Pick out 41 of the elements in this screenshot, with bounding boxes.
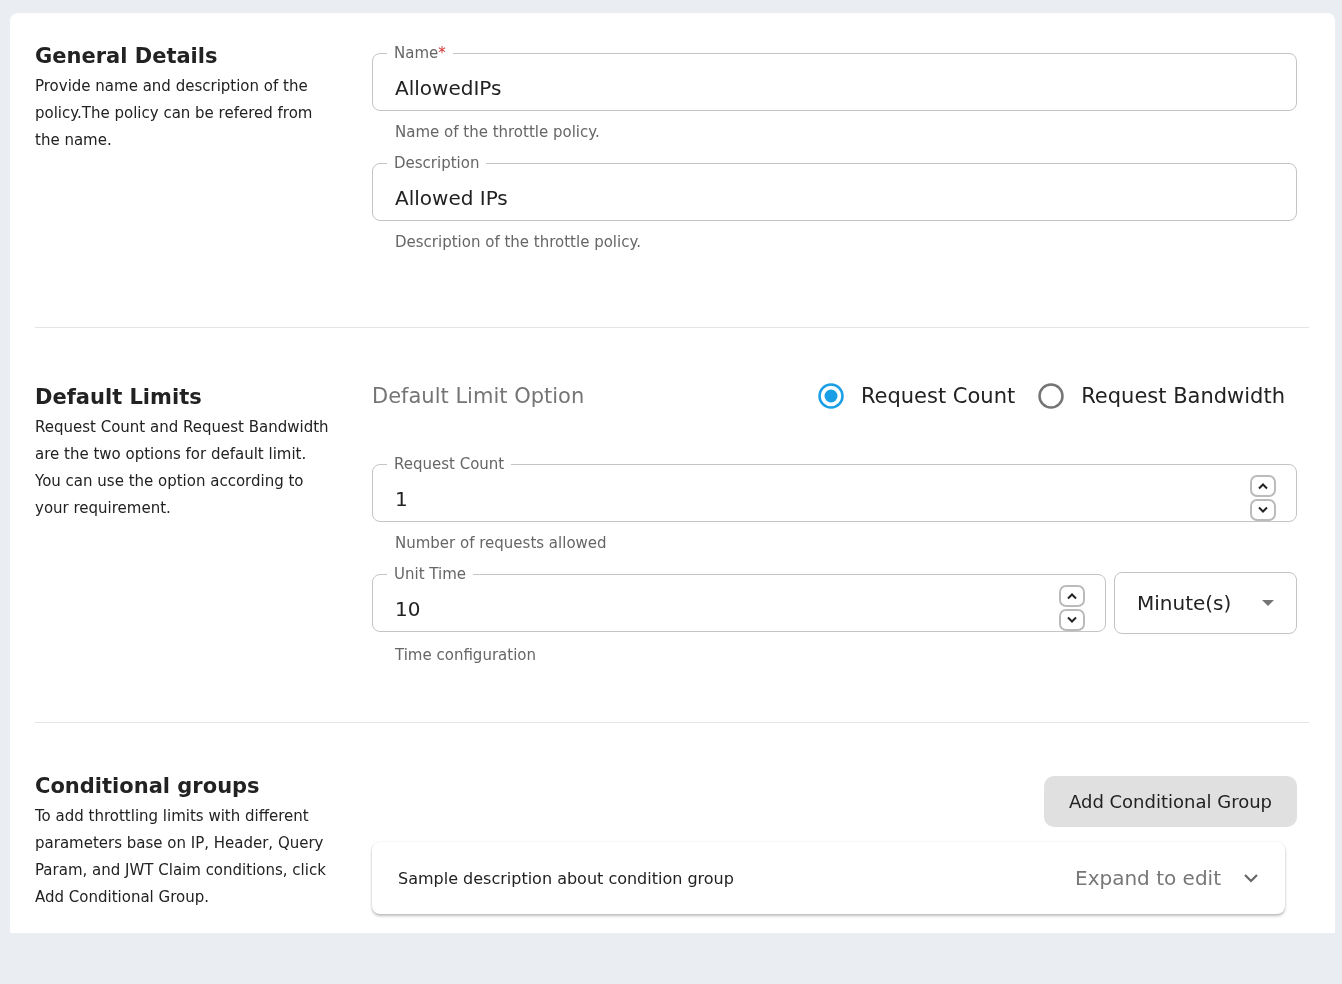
section-description: Request Count and Request Bandwidth are the two options for default limit. You can use the option according to your requirement. xyxy=(35,417,330,519)
increment-button[interactable] xyxy=(1059,584,1085,607)
field-label: Name* xyxy=(393,43,447,63)
helper-text: Time configuration xyxy=(395,646,537,664)
helper-text: Name of the throttle policy. xyxy=(395,123,601,141)
section-description: Provide name and description of the policy.The policy can be refered from the name. xyxy=(35,76,314,151)
section-title: Conditional groups xyxy=(35,773,261,799)
field-label: Description xyxy=(393,153,481,173)
chevron-up-icon xyxy=(1066,591,1078,600)
number-input[interactable]: 10 xyxy=(395,596,1059,621)
text-field[interactable]: Name* AllowedIPs xyxy=(372,43,1297,111)
expand-label: Expand to edit xyxy=(1075,866,1221,890)
helper-text: Description of the throttle policy. xyxy=(395,233,642,251)
helper-text: Number of requests allowed xyxy=(395,534,608,552)
text-field[interactable]: Description Allowed IPs xyxy=(372,153,1297,221)
section-title: Default Limits xyxy=(35,384,203,410)
dropdown-caret-icon xyxy=(1262,600,1274,606)
number-input[interactable]: 1 xyxy=(395,486,1250,511)
section-description: To add throttling limits with different parameters base on IP, Header, Query Param, and JWT Claim conditions, click Add Conditional Group. xyxy=(35,806,327,908)
select-value: Minute(s) xyxy=(1137,591,1232,615)
add-group-button[interactable]: Add Conditional Group xyxy=(1043,776,1297,827)
chevron-down-icon xyxy=(1243,873,1259,883)
accordion-item[interactable]: Sample description about condition group Expand to edit xyxy=(372,842,1285,914)
radio-group-label: Default Limit Option xyxy=(372,384,585,408)
chevron-down-icon xyxy=(1066,615,1078,624)
group-description: Sample description about condition group xyxy=(398,868,735,888)
chevron-up-icon xyxy=(1257,481,1269,490)
decrement-button[interactable] xyxy=(1059,608,1085,631)
number-field[interactable]: Unit Time 10 xyxy=(372,564,1106,632)
radio-option[interactable]: Request Bandwidth xyxy=(1037,382,1285,410)
text-input[interactable]: AllowedIPs xyxy=(395,75,1276,100)
field-label: Unit Time xyxy=(393,564,467,584)
unit-select[interactable]: Minute(s) xyxy=(1114,572,1297,634)
section-title: General Details xyxy=(35,43,219,69)
decrement-button[interactable] xyxy=(1250,498,1276,521)
field-label: Request Count xyxy=(393,454,506,474)
radio-option[interactable]: Request Count xyxy=(816,382,1016,410)
text-input[interactable]: Allowed IPs xyxy=(395,185,1276,210)
number-field[interactable]: Request Count 1 xyxy=(372,454,1297,522)
chevron-down-icon xyxy=(1257,505,1269,514)
increment-button[interactable] xyxy=(1250,474,1276,497)
